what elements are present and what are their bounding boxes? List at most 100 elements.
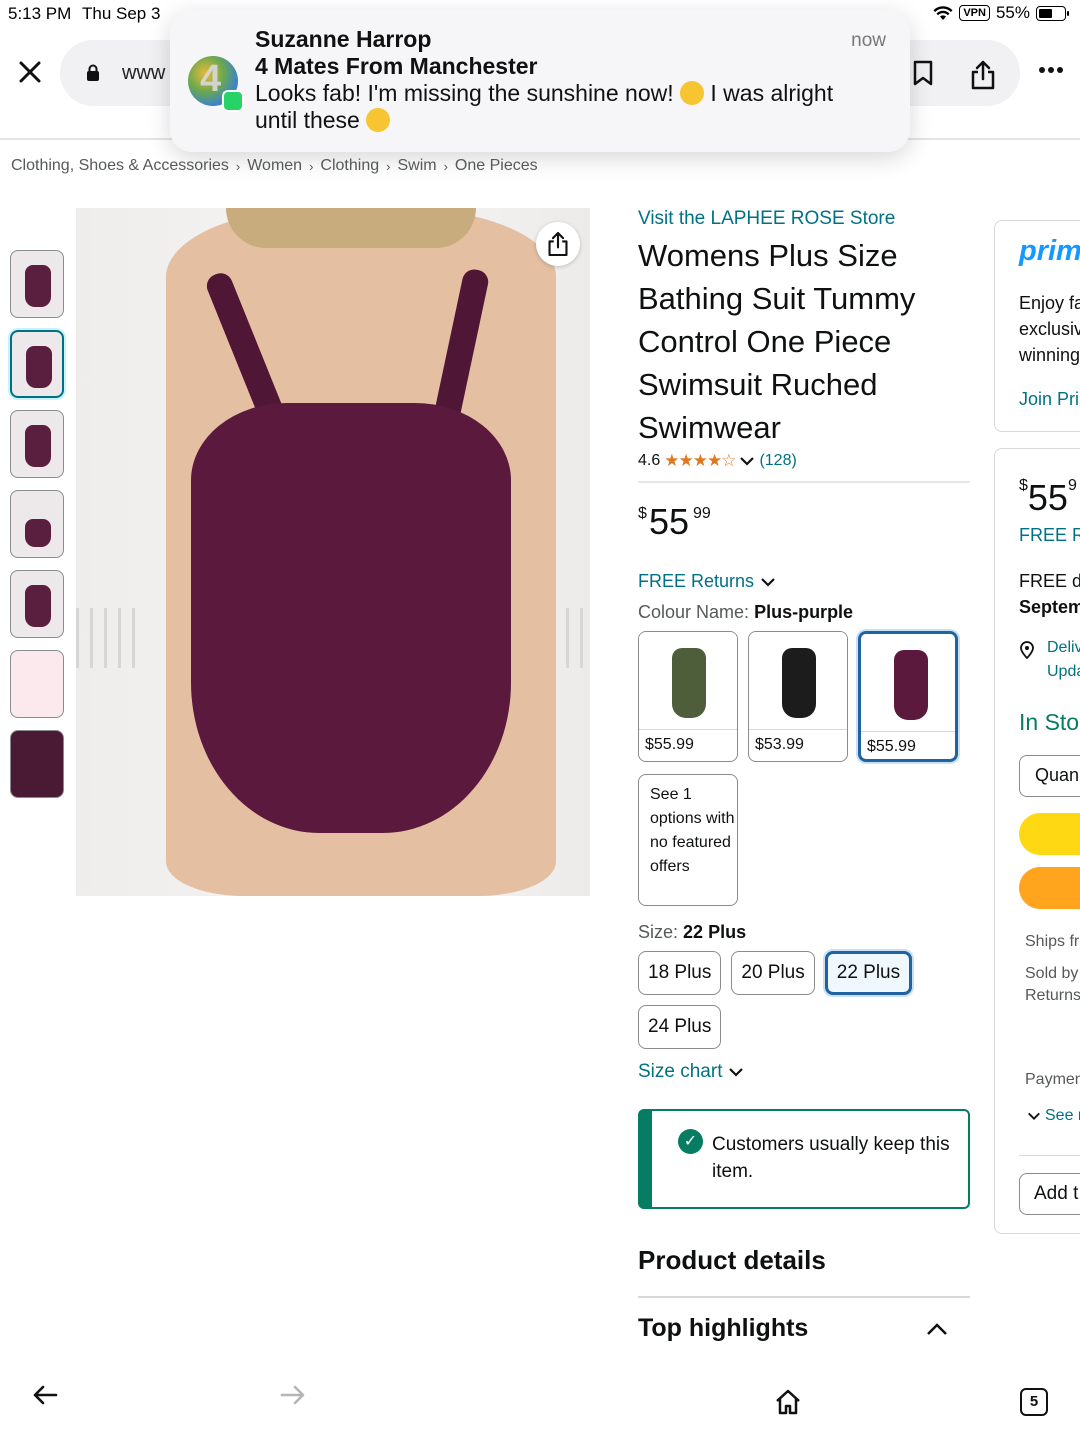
breadcrumb-item[interactable]: Clothing xyxy=(320,157,379,175)
product-main-image[interactable] xyxy=(76,208,590,896)
chevron-up-icon xyxy=(927,1322,947,1335)
review-count[interactable]: (128) xyxy=(759,452,796,470)
chevron-right-icon: › xyxy=(235,158,241,174)
status-time: 5:13 PM xyxy=(8,4,72,23)
buybox-price-symbol: $ xyxy=(1019,477,1028,494)
see-more-link[interactable]: See r xyxy=(1045,1107,1080,1125)
colour-swatch-green[interactable]: $55.99 xyxy=(638,631,738,762)
deliver-to-link[interactable]: Deliv xyxy=(1047,639,1080,657)
breadcrumb-item[interactable]: Clothing, Shoes & Accessories xyxy=(11,157,229,175)
divider xyxy=(638,481,970,483)
divider xyxy=(638,1296,970,1298)
colour-label: Colour Name: xyxy=(638,602,750,622)
join-prime-link[interactable]: Join Pri xyxy=(1019,389,1079,410)
forward-arrow-icon[interactable] xyxy=(280,1384,306,1406)
buy-box: $559 FREE R FREE de Septem Deliv Upda In… xyxy=(994,448,1080,1234)
image-thumbnails xyxy=(10,250,64,810)
thumbnail[interactable] xyxy=(10,570,64,638)
price-fraction: 99 xyxy=(693,505,711,522)
breadcrumb-item[interactable]: One Pieces xyxy=(455,157,538,175)
colour-swatch-purple-selected[interactable]: $55.99 xyxy=(858,631,958,762)
size-value: 22 Plus xyxy=(683,922,747,942)
back-arrow-icon[interactable] xyxy=(32,1384,58,1406)
free-returns-link[interactable]: FREE R xyxy=(1019,525,1080,546)
add-to-cart-button[interactable] xyxy=(1019,813,1080,855)
check-icon: ✓ xyxy=(678,1129,703,1154)
whatsapp-notification[interactable]: 4 Suzanne Harrop 4 Mates From Manchester… xyxy=(170,10,910,152)
breadcrumb: Clothing, Shoes & Accessories › Women › Cl… xyxy=(11,157,538,175)
size-selection: Size: 22 Plus xyxy=(638,922,972,943)
quantity-select[interactable]: Quan xyxy=(1019,755,1080,797)
store-link[interactable]: Visit the LAPHEE ROSE Store xyxy=(638,208,972,230)
free-returns-link[interactable]: FREE Returns xyxy=(638,571,972,592)
colour-swatches: $55.99 $53.99 $55.99 xyxy=(638,631,972,762)
size-chart-link[interactable]: Size chart xyxy=(638,1061,972,1083)
size-options: 18 Plus 20 Plus 22 Plus 24 Plus xyxy=(638,951,918,1049)
notification-group: 4 Mates From Manchester xyxy=(255,53,538,79)
size-chart-label: Size chart xyxy=(638,1061,723,1082)
prime-text: winning xyxy=(1019,345,1080,365)
chevron-right-icon: › xyxy=(443,158,448,174)
add-to-list-button[interactable]: Add t xyxy=(1019,1173,1080,1215)
swatch-image xyxy=(782,648,816,718)
prime-box: prime Enjoy fa exclusiv winning Join Pri xyxy=(994,220,1080,432)
price: $ 55 99 xyxy=(638,501,972,549)
thumbnail-selected[interactable] xyxy=(10,330,64,398)
swatch-price: $55.99 xyxy=(867,738,916,755)
breadcrumb-item[interactable]: Swim xyxy=(397,157,436,175)
share-icon[interactable] xyxy=(970,60,996,90)
thumbnail[interactable] xyxy=(10,730,64,798)
unavailable-options-button[interactable]: See 1 options with no featured offers xyxy=(638,774,738,906)
notification-sender: Suzanne Harrop xyxy=(255,26,432,52)
chevron-down-icon[interactable] xyxy=(739,456,755,466)
image-share-button[interactable] xyxy=(536,222,580,266)
product-info: Visit the LAPHEE ROSE Store Womens Plus … xyxy=(638,208,972,1343)
message-part-3: until these xyxy=(255,107,360,133)
colour-name: Colour Name: Plus-purple xyxy=(638,602,972,623)
product-title: Womens Plus Size Bathing Suit Tummy Cont… xyxy=(638,238,916,445)
thumbnail[interactable] xyxy=(10,410,64,478)
chevron-right-icon: › xyxy=(386,158,391,174)
laughing-emoji-icon xyxy=(680,81,704,105)
in-stock-label: In Sto xyxy=(1019,709,1080,735)
delivery-text: FREE de xyxy=(1019,571,1080,591)
top-highlights-heading: Top highlights xyxy=(638,1314,809,1342)
thumbnail[interactable] xyxy=(10,490,64,558)
colour-value: Plus-purple xyxy=(754,602,854,622)
colour-swatch-black[interactable]: $53.99 xyxy=(748,631,848,762)
prime-text: Enjoy fa xyxy=(1019,293,1080,313)
thumbnail[interactable] xyxy=(10,250,64,318)
sold-by-label: Sold by xyxy=(1025,965,1079,982)
more-icon[interactable] xyxy=(1038,66,1064,74)
tabs-button[interactable]: 5 xyxy=(1020,1388,1048,1416)
customers-keep-banner: ✓ Customers usually keep this item. xyxy=(638,1109,970,1209)
message-part-1: Looks fab! I'm missing the sunshine now! xyxy=(255,80,674,106)
notification-time: now xyxy=(851,30,886,51)
top-highlights-toggle[interactable]: Top highlights xyxy=(638,1314,948,1343)
breadcrumb-item[interactable]: Women xyxy=(247,157,302,175)
prime-text: exclusiv xyxy=(1019,319,1080,339)
update-location-link[interactable]: Upda xyxy=(1047,663,1080,681)
buybox-price: $559 xyxy=(1019,477,1077,519)
size-option-selected[interactable]: 22 Plus xyxy=(824,951,913,995)
size-option[interactable]: 18 Plus xyxy=(638,951,722,995)
size-option[interactable]: 20 Plus xyxy=(731,951,815,995)
chevron-down-icon xyxy=(1028,1112,1040,1120)
keep-message: Customers usually keep this item. xyxy=(712,1134,950,1182)
status-indicators: VPN 55% xyxy=(933,3,1069,23)
battery-percent: 55% xyxy=(995,3,1030,22)
wifi-icon xyxy=(933,5,953,20)
close-icon[interactable] xyxy=(16,58,44,86)
bookmark-icon[interactable] xyxy=(912,60,934,86)
buy-now-button[interactable] xyxy=(1019,867,1080,909)
whatsapp-icon xyxy=(222,90,244,112)
notification-message: Looks fab! I'm missing the sunshine now!… xyxy=(255,80,875,134)
size-option[interactable]: 24 Plus xyxy=(638,1005,722,1049)
url-text[interactable]: www xyxy=(122,62,165,85)
chevron-right-icon: › xyxy=(309,158,314,174)
price-whole: 55 xyxy=(649,501,690,542)
home-icon[interactable] xyxy=(774,1388,802,1416)
thumbnail[interactable] xyxy=(10,650,64,718)
product-details-heading: Product details xyxy=(638,1245,826,1275)
rating-row[interactable]: 4.6 ★★★★☆ (128) xyxy=(638,451,972,471)
